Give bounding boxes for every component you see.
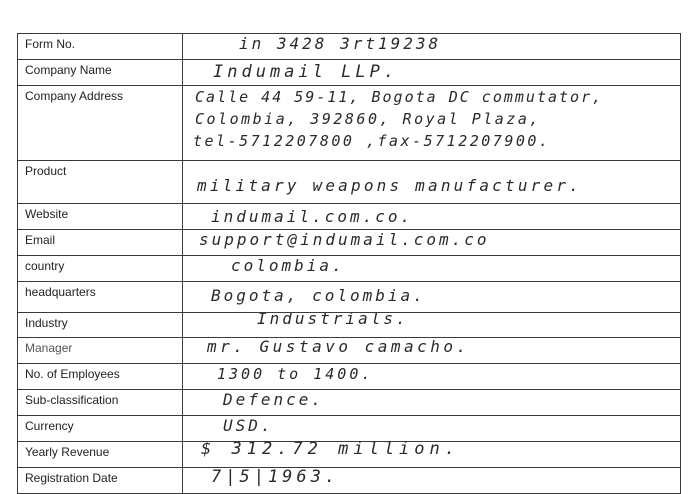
company-address-line-2: Colombia, 392860, Royal Plaza,	[195, 110, 541, 128]
email-value-cell: support@indumail.com.co	[182, 229, 681, 256]
website-label: Website	[17, 203, 183, 230]
form-row: Industry Industrials.	[17, 312, 681, 338]
form-no-value-cell: in 3428 3rt19238	[182, 33, 681, 60]
manager-label: Manager	[17, 337, 183, 364]
form-row: Manager mr. Gustavo camacho.	[17, 337, 681, 364]
industry-label: Industry	[17, 312, 183, 338]
email-value: support@indumail.com.co	[199, 230, 490, 249]
employees-value-cell: 1300 to 1400.	[182, 363, 681, 390]
form-row: Sub-classification Defence.	[17, 389, 681, 416]
company-name-value-cell: Indumail LLP.	[182, 59, 681, 86]
sub-classification-label: Sub-classification	[17, 389, 183, 416]
company-registration-form: Form No. in 3428 3rt19238 Company Name I…	[17, 33, 681, 494]
product-value-cell: military weapons manufacturer.	[182, 160, 681, 204]
registration-date-value: 7|5|1963.	[211, 467, 340, 487]
website-value-cell: indumail.com.co.	[182, 203, 681, 230]
product-value: military weapons manufacturer.	[197, 176, 582, 195]
headquarters-value-cell: Bogota, colombia.	[182, 281, 681, 313]
email-label: Email	[17, 229, 183, 256]
form-row: Company Address Calle 44 59-11, Bogota D…	[17, 85, 681, 161]
form-row: Currency USD.	[17, 415, 681, 442]
yearly-revenue-label: Yearly Revenue	[17, 441, 183, 468]
industry-value-cell: Industrials.	[182, 312, 681, 338]
company-name-value: Indumail LLP.	[213, 62, 399, 82]
company-address-line-3: tel-5712207800 ,fax-5712207900.	[193, 132, 551, 150]
currency-label: Currency	[17, 415, 183, 442]
registration-date-value-cell: 7|5|1963.	[182, 467, 681, 494]
website-value: indumail.com.co.	[211, 207, 414, 226]
form-row: Registration Date 7|5|1963.	[17, 467, 681, 494]
form-row: Form No. in 3428 3rt19238	[17, 33, 681, 60]
registration-date-label: Registration Date	[17, 467, 183, 494]
industry-value: Industrials.	[257, 312, 409, 328]
form-no-label: Form No.	[17, 33, 183, 60]
company-address-value-cell: Calle 44 59-11, Bogota DC commutator, Co…	[182, 85, 681, 161]
yearly-revenue-value-cell: $ 312.72 million.	[182, 441, 681, 468]
company-address-line-1: Calle 44 59-11, Bogota DC commutator,	[195, 88, 604, 106]
manager-value: mr. Gustavo camacho.	[207, 337, 470, 356]
sub-classification-value-cell: Defence.	[182, 389, 681, 416]
company-address-label: Company Address	[17, 85, 183, 161]
form-row: Company Name Indumail LLP.	[17, 59, 681, 86]
yearly-revenue-value: $ 312.72 million.	[201, 441, 460, 459]
country-value: colombia.	[231, 256, 345, 275]
form-row: country colombia.	[17, 255, 681, 282]
currency-value: USD.	[223, 416, 274, 435]
country-label: country	[17, 255, 183, 282]
company-name-label: Company Name	[17, 59, 183, 86]
employees-label: No. of Employees	[17, 363, 183, 390]
currency-value-cell: USD.	[182, 415, 681, 442]
product-label: Product	[17, 160, 183, 204]
headquarters-value: Bogota, colombia.	[211, 286, 426, 305]
form-row: Product military weapons manufacturer.	[17, 160, 681, 204]
form-row: Email support@indumail.com.co	[17, 229, 681, 256]
form-no-value: in 3428 3rt19238	[239, 34, 442, 53]
country-value-cell: colombia.	[182, 255, 681, 282]
form-row: Yearly Revenue $ 312.72 million.	[17, 441, 681, 468]
form-row: headquarters Bogota, colombia.	[17, 281, 681, 313]
sub-classification-value: Defence.	[223, 390, 325, 409]
form-row: Website indumail.com.co.	[17, 203, 681, 230]
form-row: No. of Employees 1300 to 1400.	[17, 363, 681, 390]
headquarters-label: headquarters	[17, 281, 183, 313]
employees-value: 1300 to 1400.	[217, 365, 374, 383]
manager-value-cell: mr. Gustavo camacho.	[182, 337, 681, 364]
